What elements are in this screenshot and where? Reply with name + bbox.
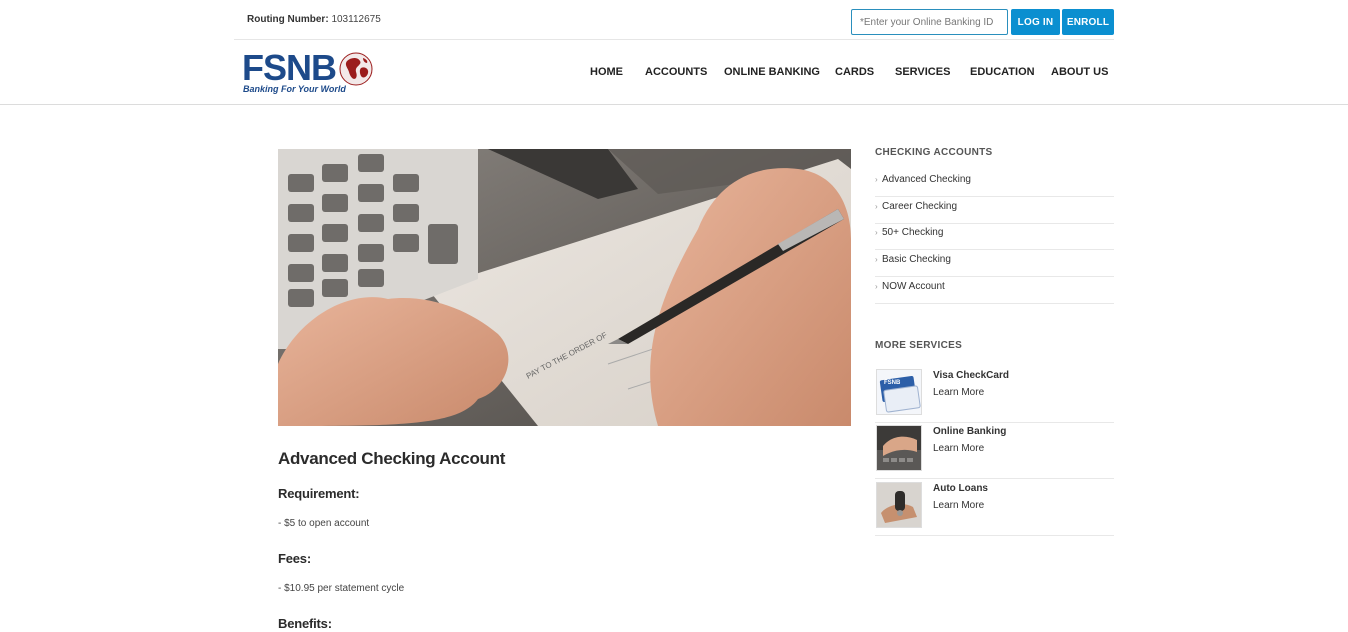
benefits-heading: Benefits: (278, 616, 332, 631)
nav-accounts[interactable]: ACCOUNTS (645, 66, 707, 78)
service-auto-loans[interactable]: Auto Loans Learn More (875, 480, 1114, 536)
chevron-right-icon: › (875, 282, 878, 291)
requirement-text: - $5 to open account (278, 518, 370, 529)
main-nav: HOME ACCOUNTS ONLINE BANKING CARDS SERVI… (0, 66, 1348, 80)
visa-card-thumbnail: FSNB (876, 369, 922, 415)
requirement-heading: Requirement: (278, 486, 360, 501)
fees-text: - $10.95 per statement cycle (278, 583, 405, 594)
nav-cards[interactable]: CARDS (835, 66, 874, 78)
sidebar-link-label: 50+ Checking (882, 227, 944, 238)
logo-tagline: Banking For Your World (243, 84, 346, 94)
fees-heading: Fees: (278, 551, 311, 566)
more-services-heading: MORE SERVICES (875, 340, 963, 351)
nav-about-us[interactable]: ABOUT US (1051, 66, 1108, 78)
nav-online-banking[interactable]: ONLINE BANKING (724, 66, 820, 78)
svg-text:FSNB: FSNB (884, 380, 901, 386)
sidebar-link-advanced-checking[interactable]: › Advanced Checking (875, 170, 1114, 197)
checking-accounts-heading: CHECKING ACCOUNTS (875, 147, 993, 158)
service-title[interactable]: Visa CheckCard (933, 370, 1009, 381)
learn-more-link[interactable]: Learn More (933, 443, 984, 454)
service-visa-checkcard[interactable]: FSNB Visa CheckCard Learn More (875, 367, 1114, 423)
hero-illustration: PAY TO THE ORDER OF (278, 149, 851, 426)
divider (234, 39, 1114, 40)
online-banking-id-input[interactable] (851, 9, 1008, 35)
sidebar-link-label: NOW Account (882, 281, 945, 292)
sidebar-link-label: Basic Checking (882, 254, 951, 265)
nav-education[interactable]: EDUCATION (970, 66, 1035, 78)
sidebar-link-label: Advanced Checking (882, 174, 971, 185)
service-title[interactable]: Auto Loans (933, 483, 988, 494)
sidebar-link-50-checking[interactable]: › 50+ Checking (875, 223, 1114, 250)
routing-number: Routing Number: 103112675 (247, 14, 381, 25)
online-banking-thumbnail (876, 425, 922, 471)
sidebar-link-now-account[interactable]: › NOW Account (875, 277, 1114, 304)
sidebar-link-career-checking[interactable]: › Career Checking (875, 197, 1114, 224)
routing-value: 103112675 (331, 14, 381, 25)
hero-image: PAY TO THE ORDER OF (278, 149, 851, 426)
login-button[interactable]: LOG IN (1011, 9, 1060, 35)
sidebar-link-label: Career Checking (882, 201, 958, 212)
chevron-right-icon: › (875, 228, 878, 237)
nav-home[interactable]: HOME (590, 66, 623, 78)
top-bar: Routing Number: 103112675 LOG IN ENROLL (0, 0, 1348, 40)
enroll-button[interactable]: ENROLL (1062, 9, 1114, 35)
auto-loans-thumbnail (876, 482, 922, 528)
nav-services[interactable]: SERVICES (895, 66, 950, 78)
learn-more-link[interactable]: Learn More (933, 500, 984, 511)
header-divider (0, 104, 1348, 105)
service-online-banking[interactable]: Online Banking Learn More (875, 423, 1114, 479)
chevron-right-icon: › (875, 202, 878, 211)
learn-more-link[interactable]: Learn More (933, 387, 984, 398)
chevron-right-icon: › (875, 175, 878, 184)
chevron-right-icon: › (875, 255, 878, 264)
page-title: Advanced Checking Account (278, 449, 506, 468)
sidebar-link-basic-checking[interactable]: › Basic Checking (875, 250, 1114, 277)
routing-label: Routing Number: (247, 14, 329, 25)
service-title[interactable]: Online Banking (933, 426, 1006, 437)
